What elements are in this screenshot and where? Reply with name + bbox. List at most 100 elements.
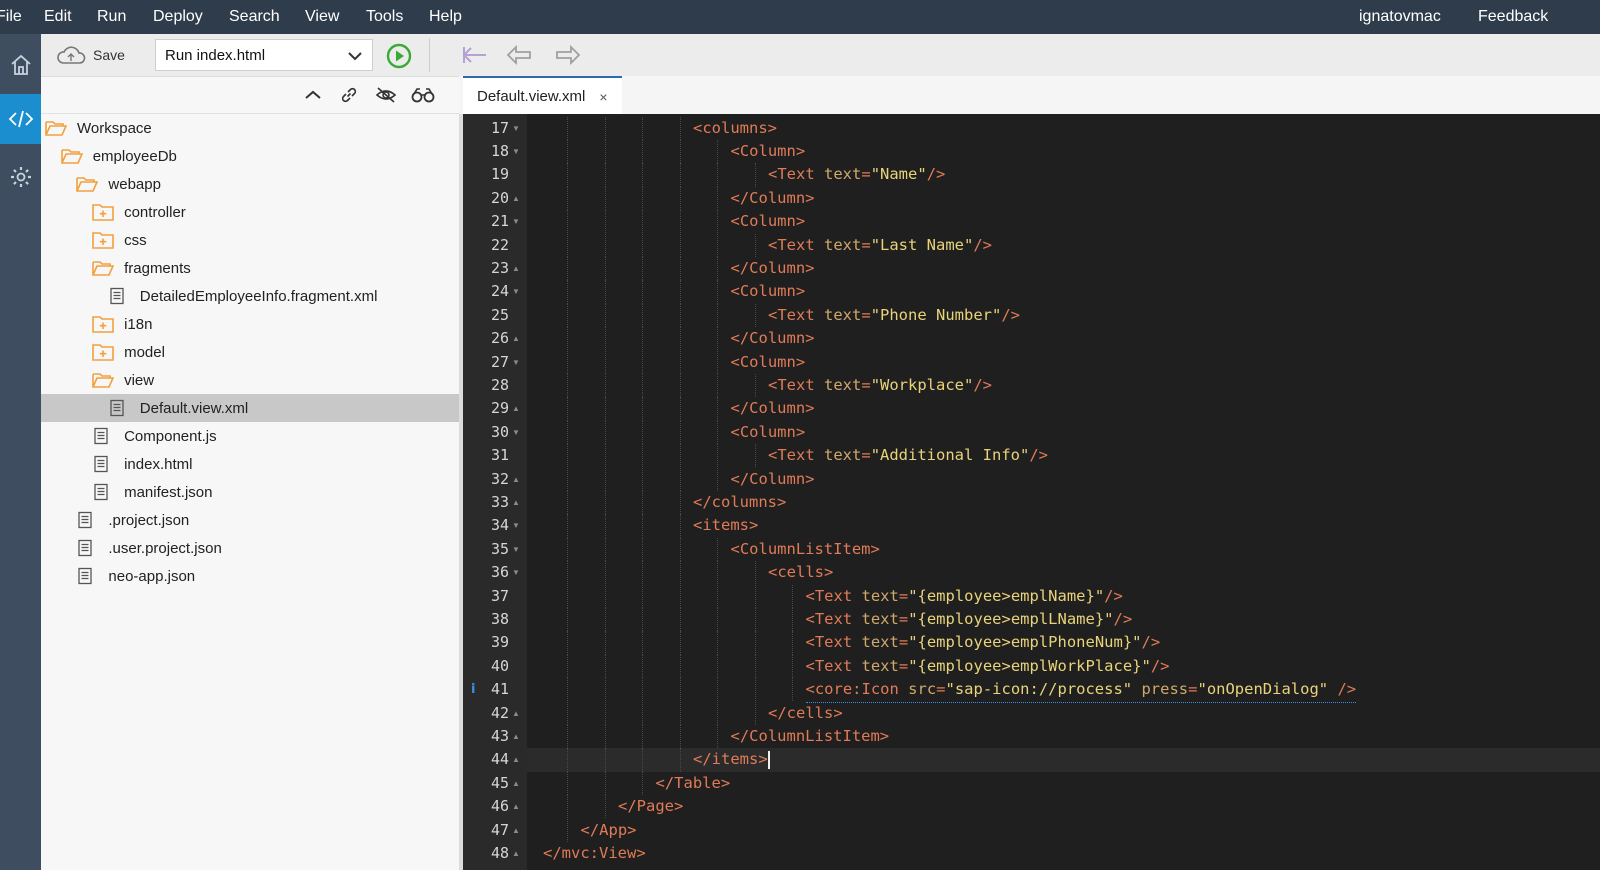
tree-folder-item[interactable]: i18n <box>41 310 459 338</box>
fold-end-icon[interactable]: ▲ <box>512 732 520 741</box>
collapse-all-icon[interactable] <box>304 88 322 102</box>
forward-arrow-icon[interactable] <box>555 44 581 66</box>
fold-open-icon[interactable]: ▼ <box>512 358 520 367</box>
feedback-link[interactable]: Feedback <box>1478 8 1548 26</box>
code-line[interactable]: <Text text="{employee>emplWorkPlace}"/> <box>527 654 1600 679</box>
menu-tools[interactable]: Tools <box>366 8 403 26</box>
fold-end-icon[interactable]: ▲ <box>512 779 520 788</box>
fold-end-icon[interactable]: ▲ <box>512 475 520 484</box>
code-line[interactable]: <Column> <box>527 280 1600 304</box>
fold-end-icon[interactable]: ▲ <box>512 404 520 413</box>
code-line[interactable]: </Column> <box>527 327 1600 351</box>
tree-file-item[interactable]: .user.project.json <box>41 534 459 562</box>
menu-file[interactable]: File <box>0 8 22 26</box>
tree-file-item[interactable]: .project.json <box>41 506 459 534</box>
code-line[interactable]: </Column> <box>527 397 1600 421</box>
code-line[interactable]: </columns> <box>527 490 1600 515</box>
menu-edit[interactable]: Edit <box>44 8 72 26</box>
tab-default-view-xml[interactable]: Default.view.xml × <box>463 76 622 115</box>
home-button[interactable] <box>0 40 41 90</box>
tree-folder-item[interactable]: view <box>41 366 459 394</box>
tree-file-item[interactable]: index.html <box>41 450 459 478</box>
run-config-select[interactable]: Run index.html <box>155 39 373 71</box>
line-number: 21 <box>490 212 509 231</box>
user-menu[interactable]: ignatovmac <box>1359 8 1441 26</box>
code-line[interactable]: </cells> <box>527 701 1600 725</box>
development-button[interactable] <box>0 94 41 144</box>
tree-file-item[interactable]: neo-app.json <box>41 562 459 590</box>
code-line[interactable]: </Page> <box>527 795 1600 819</box>
code-line[interactable]: <Column> <box>527 350 1600 374</box>
fold-open-icon[interactable]: ▼ <box>512 147 520 156</box>
code-line[interactable]: <columns> <box>527 116 1600 140</box>
code-line[interactable]: <cells> <box>527 561 1600 585</box>
tree-file-item[interactable]: DetailedEmployeeInfo.fragment.xml <box>41 282 459 310</box>
tree-folder-item[interactable]: Workspace <box>41 114 459 142</box>
fold-open-icon[interactable]: ▼ <box>512 124 520 133</box>
binoculars-icon[interactable] <box>411 86 435 104</box>
code-line[interactable]: </App> <box>527 818 1600 842</box>
fold-end-icon[interactable]: ▲ <box>512 709 520 718</box>
code-line[interactable]: </Column> <box>527 186 1600 211</box>
tree-folder-item[interactable]: employeeDb <box>41 142 459 170</box>
code-line[interactable]: </Table> <box>527 771 1600 796</box>
fold-end-icon[interactable]: ▲ <box>512 498 520 507</box>
fold-end-icon[interactable]: ▲ <box>512 755 520 764</box>
fold-open-icon[interactable]: ▼ <box>512 521 520 530</box>
code-line[interactable]: <Text text="{employee>emplLName}"/> <box>527 607 1600 632</box>
fold-end-icon[interactable]: ▲ <box>512 849 520 858</box>
code-editor[interactable]: 17 ▼ 18 ▼ 19 20 ▲ 21 ▼ 22 23 ▲ 24 ▼ 25 26 ▲ 27 ▼ 28 29 ▲ 30 ▼ 31… <box>463 114 1600 870</box>
tree-file-item[interactable]: Default.view.xml <box>41 394 459 422</box>
code-line[interactable]: <Column> <box>527 420 1600 445</box>
tree-folder-item[interactable]: fragments <box>41 254 459 282</box>
info-marker-icon[interactable]: i <box>471 682 475 697</box>
fold-open-icon[interactable]: ▼ <box>512 287 520 296</box>
code-line[interactable]: </ColumnListItem> <box>527 724 1600 749</box>
code-line[interactable]: <Text text="Workplace"/> <box>527 373 1600 398</box>
code-line[interactable]: </Column> <box>527 256 1600 281</box>
fold-open-icon[interactable]: ▼ <box>512 217 520 226</box>
code-line[interactable]: </items> <box>527 748 1600 772</box>
code-line[interactable]: <core:Icon src="sap-icon://process" pres… <box>527 678 1600 703</box>
fold-open-icon[interactable]: ▼ <box>512 568 520 577</box>
code-line[interactable]: <Column> <box>527 139 1600 164</box>
code-line[interactable]: </Column> <box>527 467 1600 491</box>
code-line[interactable]: <items> <box>527 514 1600 538</box>
fold-open-icon[interactable]: ▼ <box>512 545 520 554</box>
code-line[interactable]: <Text text="{employee>emplPhoneNum}"/> <box>527 631 1600 655</box>
menu-help[interactable]: Help <box>429 8 462 26</box>
code-line[interactable]: <Text text="Phone Number"/> <box>527 303 1600 328</box>
code-line[interactable]: <Column> <box>527 210 1600 234</box>
link-icon[interactable] <box>340 86 358 104</box>
menu-deploy[interactable]: Deploy <box>153 8 203 26</box>
fold-end-icon[interactable]: ▲ <box>512 264 520 273</box>
back-arrow-icon[interactable] <box>506 44 532 66</box>
fold-end-icon[interactable]: ▲ <box>512 334 520 343</box>
code-line[interactable]: <Text text="Last Name"/> <box>527 233 1600 257</box>
fold-end-icon[interactable]: ▲ <box>512 194 520 203</box>
code-line[interactable]: <Text text="{employee>emplName}"/> <box>527 584 1600 608</box>
hide-icon[interactable] <box>375 86 397 104</box>
code-line[interactable]: </mvc:View> <box>527 842 1600 865</box>
fold-end-icon[interactable]: ▲ <box>512 802 520 811</box>
go-to-last-edit-icon[interactable] <box>462 44 488 66</box>
code-line[interactable]: <ColumnListItem> <box>527 537 1600 562</box>
tree-folder-item[interactable]: controller <box>41 198 459 226</box>
save-button[interactable]: Save <box>55 43 125 67</box>
code-line[interactable]: <Text text="Additional Info"/> <box>527 444 1600 468</box>
tree-file-item[interactable]: manifest.json <box>41 478 459 506</box>
tree-folder-item[interactable]: css <box>41 226 459 254</box>
settings-button[interactable] <box>0 152 41 202</box>
menu-run[interactable]: Run <box>97 8 126 26</box>
tree-file-item[interactable]: Component.js <box>41 422 459 450</box>
close-icon[interactable]: × <box>599 89 607 105</box>
menu-search[interactable]: Search <box>229 8 280 26</box>
fold-open-icon[interactable]: ▼ <box>512 428 520 437</box>
run-button[interactable] <box>385 42 413 70</box>
indent-guide <box>604 467 606 491</box>
tree-folder-item[interactable]: model <box>41 338 459 366</box>
tree-folder-item[interactable]: webapp <box>41 170 459 198</box>
menu-view[interactable]: View <box>305 8 339 26</box>
fold-end-icon[interactable]: ▲ <box>512 826 520 835</box>
code-line[interactable]: <Text text="Name"/> <box>527 163 1600 187</box>
